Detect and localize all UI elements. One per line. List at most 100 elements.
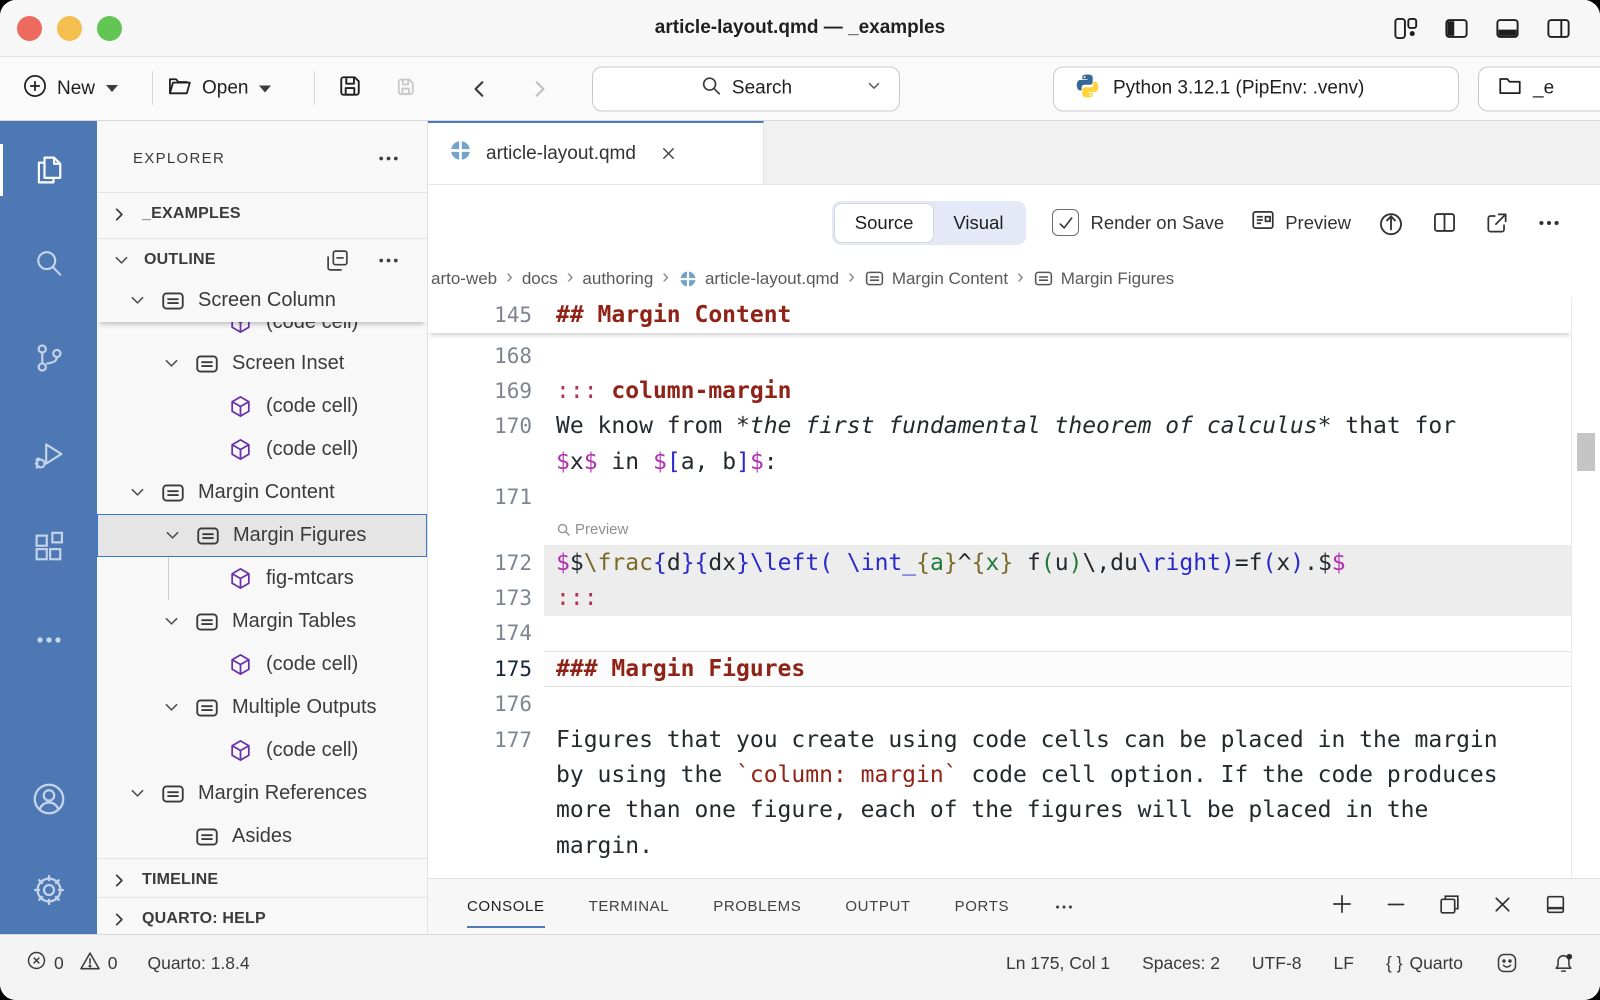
editor-line-wrap[interactable]: $x$ in $[a, b]$: (428, 444, 1600, 479)
more-actions-icon[interactable] (376, 146, 401, 171)
outline-item-margin-content[interactable]: Margin Content (97, 471, 427, 514)
more-actions-icon[interactable] (376, 248, 401, 273)
tab-close-icon[interactable] (659, 144, 678, 163)
encoding-status[interactable]: UTF-8 (1252, 953, 1302, 974)
indentation-status[interactable]: Spaces: 2 (1142, 953, 1220, 974)
codelens-preview[interactable]: Preview (428, 515, 1600, 545)
eol-status[interactable]: LF (1334, 953, 1354, 974)
breadcrumb-separator: › (567, 267, 574, 290)
preview-button[interactable]: Preview (1250, 207, 1351, 238)
panel-tab-ports[interactable]: PORTS (955, 879, 1009, 934)
panel-tab-problems[interactable]: PROBLEMS (713, 879, 801, 934)
breadcrumb-item-margin-content[interactable]: Margin Content (864, 268, 1008, 289)
settings-gear-icon[interactable] (0, 858, 97, 922)
sidebar-section-explorer[interactable]: EXPLORER (97, 137, 427, 180)
sidebar-section-timeline[interactable]: TIMELINE (97, 858, 427, 901)
editor-scrollbar[interactable] (1571, 297, 1600, 878)
feedback-smiley-icon[interactable] (1495, 951, 1519, 975)
sidebar-section-quarto-help[interactable]: QUARTO: HELP (97, 897, 427, 934)
panel-tab-console[interactable]: CONSOLE (467, 879, 545, 934)
toggle-panel-icon[interactable] (1494, 15, 1521, 42)
editor-line-wrap[interactable]: by using the `column: margin` code cell … (428, 757, 1600, 792)
code-cell-icon (228, 566, 253, 591)
outline-item-code-cell[interactable]: (code cell) (97, 385, 427, 428)
customize-layout-icon[interactable] (1392, 15, 1419, 42)
editor-line-175[interactable]: 175### Margin Figures (428, 651, 1600, 686)
source-control-icon[interactable] (0, 326, 97, 390)
editor-line-wrap[interactable]: margin. (428, 828, 1600, 863)
braces-icon: { } (1386, 953, 1403, 974)
language-mode-status[interactable]: { } Quarto (1386, 953, 1463, 974)
visual-mode-button[interactable]: Visual (933, 204, 1023, 242)
save-button[interactable] (336, 72, 364, 106)
source-mode-button[interactable]: Source (835, 204, 934, 242)
outline-item-margin-figures[interactable]: Margin Figures (97, 514, 427, 557)
render-on-save-checkbox[interactable] (1052, 209, 1079, 236)
outline-item-asides[interactable]: Asides (97, 815, 427, 858)
navigate-forward-button[interactable] (526, 75, 553, 102)
panel-layout-icon[interactable] (1543, 892, 1568, 922)
breadcrumb-item-article-layout-qmd[interactable]: article-layout.qmd (678, 269, 839, 289)
panel-tab-output[interactable]: OUTPUT (845, 879, 910, 934)
editor-content[interactable]: 168169::: column-margin170We know from *… (428, 297, 1600, 878)
navigate-back-button[interactable] (466, 75, 493, 102)
editor-line-176[interactable]: 176 (428, 687, 1600, 722)
editor-line-177[interactable]: 177Figures that you create using code ce… (428, 722, 1600, 757)
save-all-button[interactable] (390, 72, 418, 106)
extensions-icon[interactable] (0, 516, 97, 580)
split-editor-icon[interactable] (1431, 209, 1458, 236)
breadcrumb-item-margin-figures[interactable]: Margin Figures (1033, 268, 1174, 289)
problems-status[interactable]: 0 0 (26, 950, 117, 977)
python-interpreter-button[interactable]: Python 3.12.1 (PipEnv: .venv) (1053, 66, 1459, 111)
panel-more-tabs-icon[interactable] (1053, 879, 1075, 934)
panel-tab-terminal[interactable]: TERMINAL (589, 879, 670, 934)
panel-close-icon[interactable] (1490, 892, 1515, 922)
run-and-debug-icon[interactable] (0, 422, 97, 486)
open-button[interactable]: Open (166, 72, 271, 105)
panel-minimize-icon[interactable] (1383, 891, 1409, 922)
outline-item-screen-column[interactable]: Screen Column (97, 279, 427, 322)
toggle-secondary-sidebar-icon[interactable] (1545, 15, 1572, 42)
editor-line-174[interactable]: 174 (428, 616, 1600, 651)
workspace-folder-button[interactable]: _e (1478, 66, 1600, 111)
toggle-primary-sidebar-icon[interactable] (1443, 15, 1470, 42)
quarto-version-status[interactable]: Quarto: 1.8.4 (147, 953, 249, 974)
outline-item-code-cell[interactable]: (code cell) (97, 729, 427, 772)
collapse-all-icon[interactable] (325, 248, 350, 273)
tab-article-layout-qmd[interactable]: article-layout.qmd (428, 121, 764, 184)
outline-item-margin-references[interactable]: Margin References (97, 772, 427, 815)
editor-line-169[interactable]: 169::: column-margin (428, 373, 1600, 408)
outline-item-margin-tables[interactable]: Margin Tables (97, 600, 427, 643)
outline-item-fig-mtcars[interactable]: fig-mtcars (97, 557, 427, 600)
panel-plus-icon[interactable] (1329, 891, 1355, 922)
render-run-icon[interactable] (1377, 209, 1405, 237)
more-views-icon[interactable] (0, 608, 97, 672)
breadcrumb-item-arto-web[interactable]: arto-web (431, 269, 497, 289)
scrollbar-handle[interactable] (1577, 433, 1595, 471)
editor-line-wrap[interactable]: more than one figure, each of the figure… (428, 793, 1600, 828)
panel-maximize-icon[interactable] (1437, 892, 1462, 922)
editor-line-173[interactable]: 173::: (428, 580, 1600, 615)
outline-item-screen-inset[interactable]: Screen Inset (97, 342, 427, 385)
editor-line-171[interactable]: 171 (428, 480, 1600, 515)
breadcrumb-item-authoring[interactable]: authoring (582, 269, 653, 289)
account-icon[interactable] (0, 767, 97, 831)
new-button[interactable]: New (22, 73, 118, 105)
notifications-bell-icon[interactable] (1551, 951, 1576, 976)
sidebar-section-examples[interactable]: _EXAMPLES (97, 192, 427, 235)
sidebar-section-outline[interactable]: OUTLINE (97, 238, 427, 281)
breadcrumb-item-docs[interactable]: docs (522, 269, 558, 289)
sticky-scroll-line[interactable]: 145## Margin Content (428, 297, 1572, 333)
outline-item-code-cell[interactable]: (code cell) (97, 428, 427, 471)
cursor-position-status[interactable]: Ln 175, Col 1 (1006, 953, 1110, 974)
outline-item-code-cell[interactable]: (code cell) (97, 643, 427, 686)
outline-item-multiple-outputs[interactable]: Multiple Outputs (97, 686, 427, 729)
editor-line-172[interactable]: 172$$\frac{d}{dx}\left( \int_{a}^{x} f(u… (428, 545, 1600, 580)
editor-line-170[interactable]: 170We know from *the first fundamental t… (428, 409, 1600, 444)
editor-more-actions-icon[interactable] (1536, 210, 1562, 236)
explorer-icon[interactable] (0, 138, 97, 202)
editor-line-168[interactable]: 168 (428, 338, 1600, 373)
open-external-icon[interactable] (1484, 210, 1510, 236)
search-box[interactable]: Search (592, 66, 900, 111)
search-view-icon[interactable] (0, 232, 97, 296)
